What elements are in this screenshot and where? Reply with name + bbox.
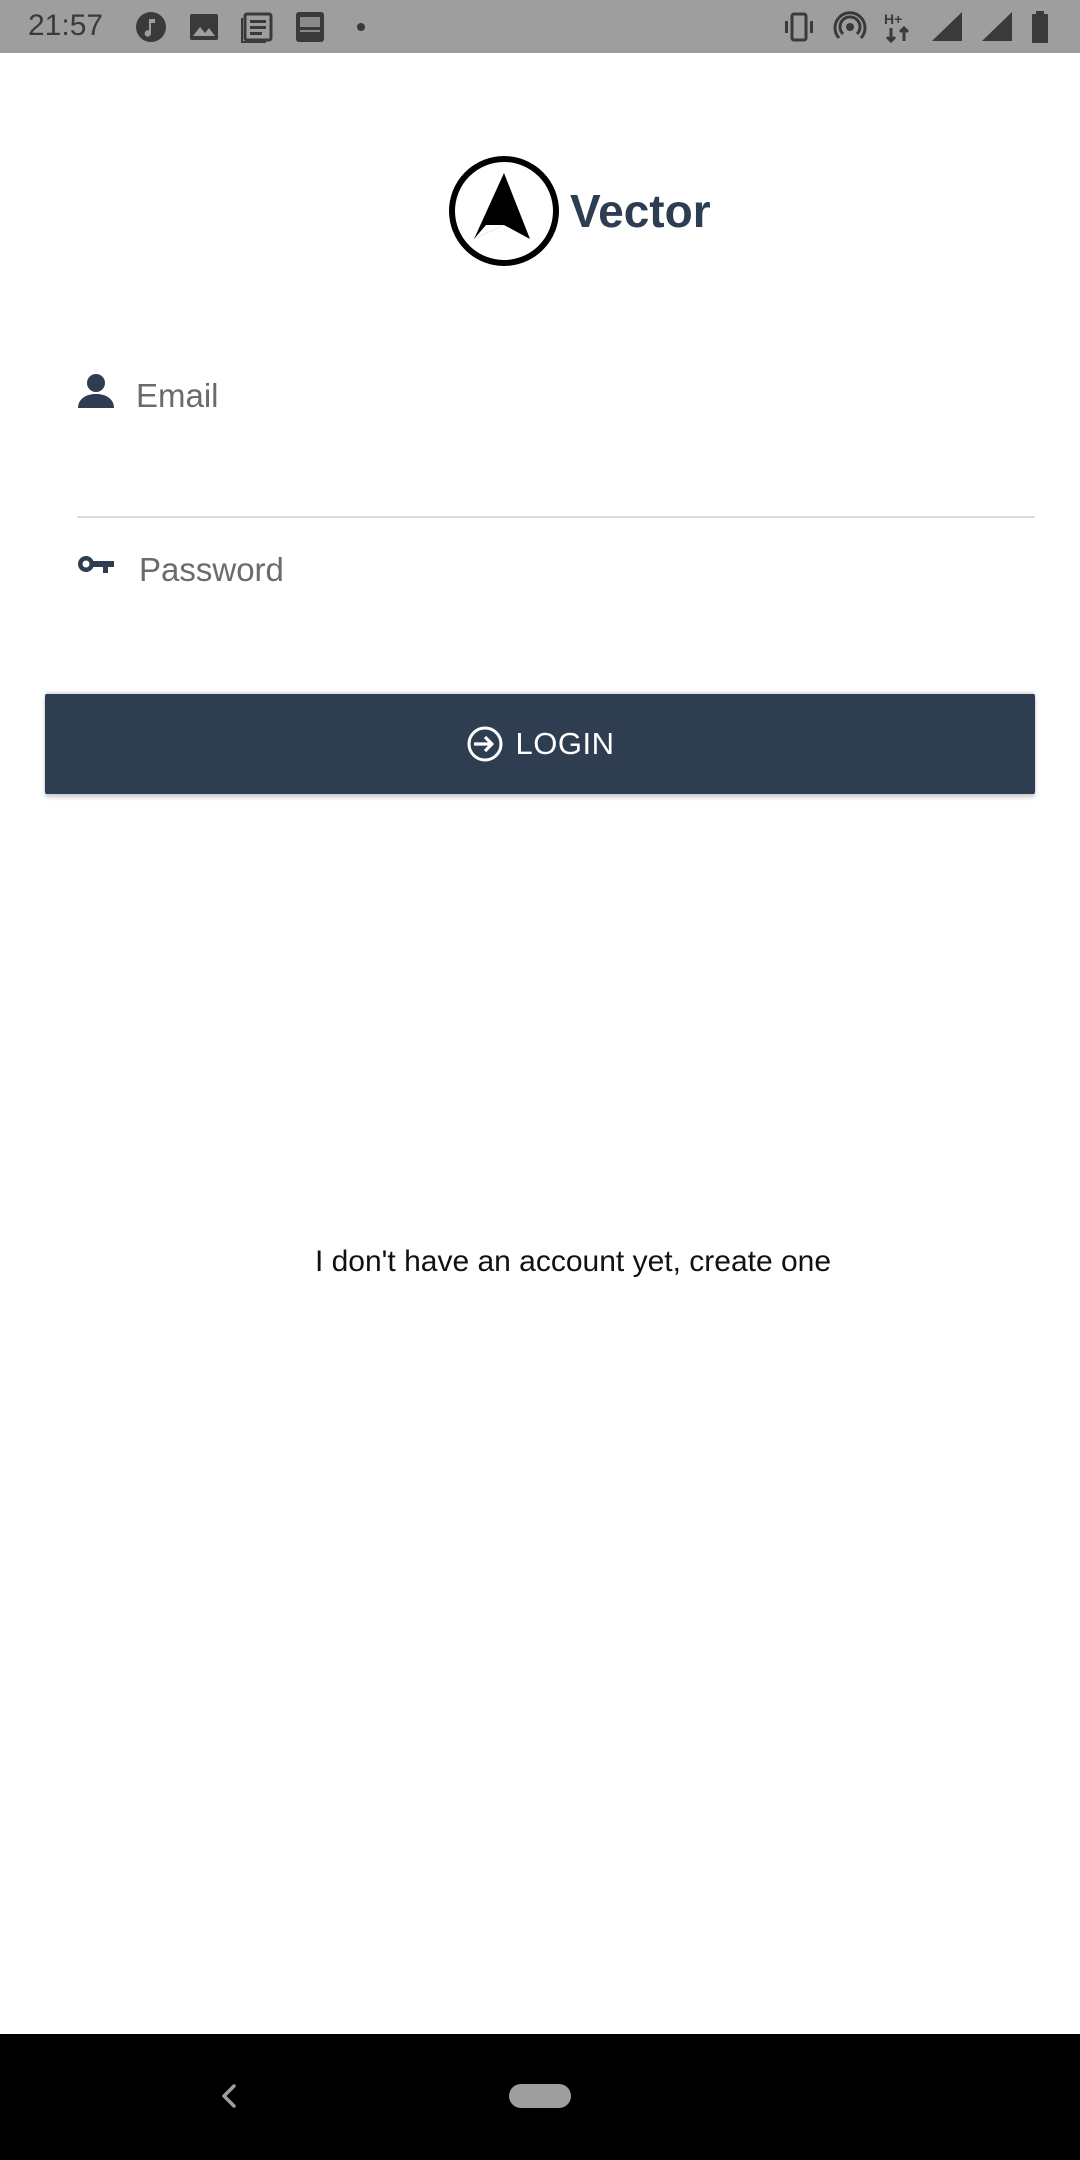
image-icon: [187, 10, 221, 44]
status-bar: 21:57 H+: [0, 0, 1080, 53]
home-pill-icon[interactable]: [509, 2084, 571, 2108]
hotspot-icon: [833, 10, 867, 44]
bible-app-icon: [293, 10, 327, 44]
person-icon: [76, 372, 116, 412]
password-placeholder: Password: [139, 551, 284, 588]
login-screen: 21:57 H+ Vector Email Password LOGIN I d…: [0, 0, 1080, 2160]
key-icon: [76, 546, 116, 586]
app-name: Vector: [570, 185, 711, 237]
notification-dot-icon: [356, 22, 366, 32]
login-arrow-icon: [466, 725, 504, 763]
data-hplus-icon: H+: [882, 10, 916, 44]
signal-icon-2: [980, 10, 1014, 44]
login-button[interactable]: LOGIN: [45, 694, 1035, 794]
navigation-bar: [0, 2034, 1080, 2160]
email-underline: [77, 516, 1035, 518]
svg-text:H+: H+: [884, 11, 902, 27]
status-time: 21:57: [28, 9, 104, 42]
battery-icon: [1030, 10, 1050, 44]
news-icon: [240, 10, 274, 44]
email-placeholder: Email: [136, 377, 219, 414]
vibrate-icon: [782, 10, 816, 44]
vector-logo-icon: [448, 155, 560, 267]
login-label: LOGIN: [515, 726, 615, 761]
signal-icon: [930, 10, 964, 44]
create-account-link[interactable]: I don't have an account yet, create one: [0, 1240, 1080, 1284]
music-note-icon: [134, 10, 168, 44]
back-icon[interactable]: [212, 2078, 248, 2114]
